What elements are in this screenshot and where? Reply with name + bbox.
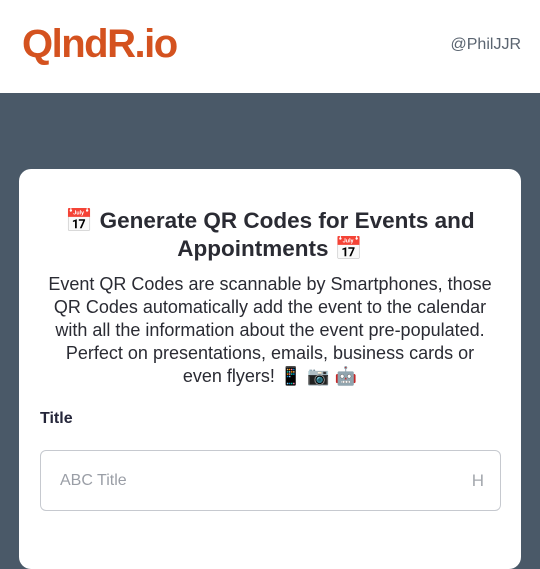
card-title: 📅 Generate QR Codes for Events and Appoi… xyxy=(65,208,475,261)
input-heading-icon: H xyxy=(471,471,484,490)
event-qr-card: 📅 Generate QR Codes for Events and Appoi… xyxy=(19,169,521,569)
site-logo[interactable]: QlndR.io xyxy=(22,22,178,66)
title-input-container[interactable]: H xyxy=(40,450,501,511)
top-header: QlndR.io @PhilJJR xyxy=(0,0,540,93)
title-field-label: Title xyxy=(40,410,73,427)
user-handle[interactable]: @PhilJJR xyxy=(451,35,521,55)
card-description: Event QR Codes are scannable by Smartpho… xyxy=(48,274,492,386)
title-input[interactable] xyxy=(42,452,442,509)
